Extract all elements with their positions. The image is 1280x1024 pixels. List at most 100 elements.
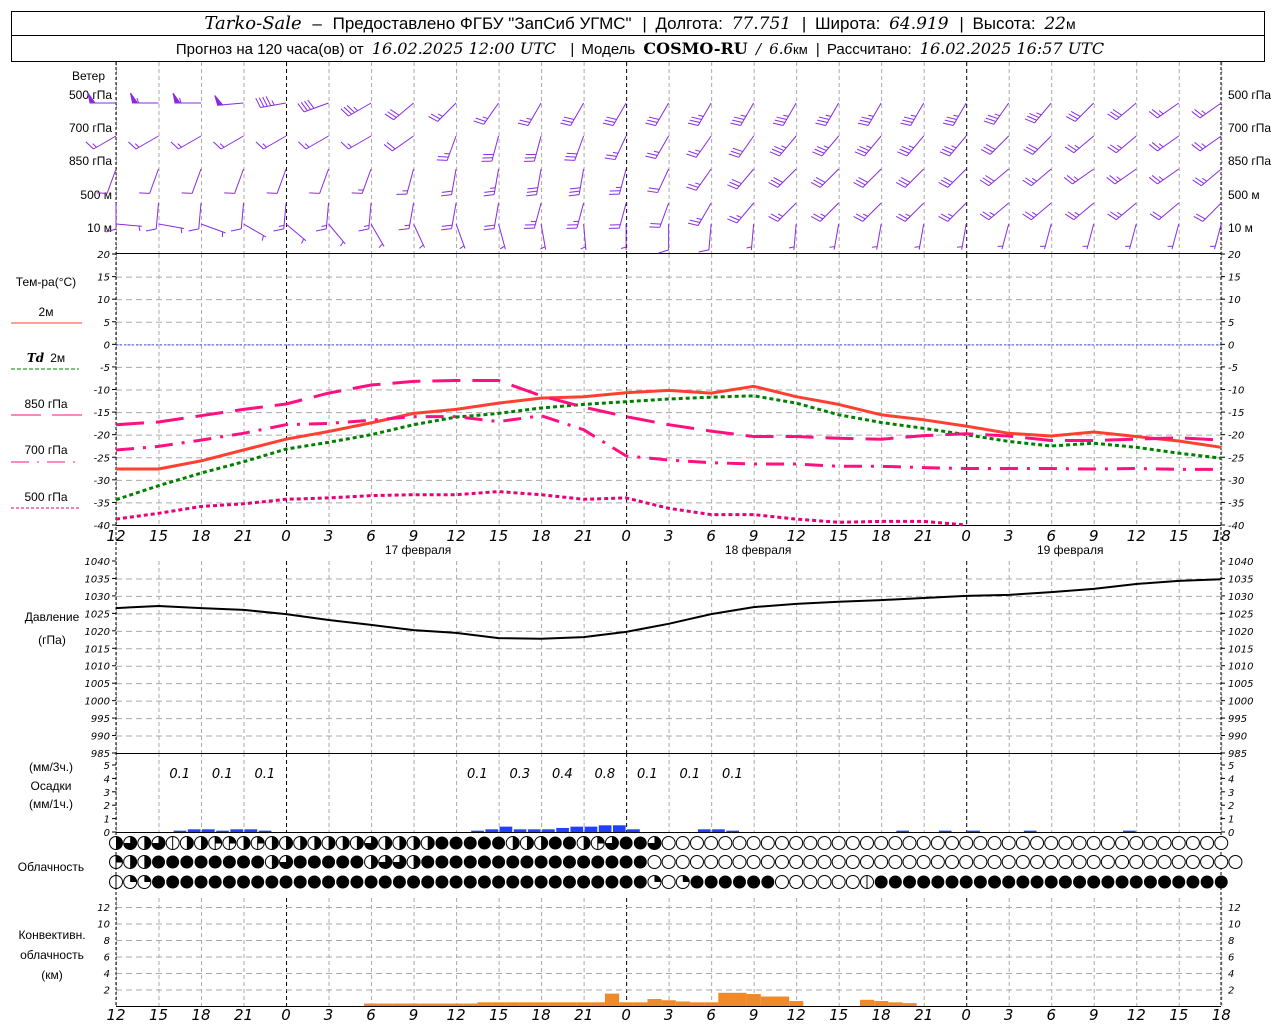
wind-barb: [523, 202, 542, 229]
cloud-fill: [1214, 875, 1228, 889]
wind-barb-shaft: [793, 223, 797, 250]
cloud-symbol-h: [208, 836, 223, 850]
cloud-symbol-o: [930, 836, 945, 850]
wind-level-label-right: 10 м: [1228, 221, 1253, 235]
cloud-symbol-t: [151, 836, 166, 850]
cloud-symbol-o: [1015, 855, 1030, 869]
precip-tick-label-right: 2: [1228, 801, 1234, 812]
temp-tick-label-right: -10: [1228, 386, 1244, 397]
cloud-symbol-f: [1101, 875, 1115, 889]
wind-barb: [620, 224, 627, 250]
temp-tick-label-right: -25: [1228, 453, 1244, 464]
wind-barb-half: [1201, 110, 1207, 115]
wind-barb-half: [866, 145, 872, 149]
cloud-symbol-o: [902, 855, 917, 869]
wind-barb-shaft: [738, 135, 755, 158]
cloud-symbol-h: [222, 836, 237, 850]
cloud-symbol-f: [279, 875, 293, 889]
wind-barb-full: [517, 122, 529, 127]
cloud-fill: [506, 875, 520, 889]
cloud-symbol-b: [378, 836, 393, 850]
legend-500-label: 500 гПа: [24, 490, 67, 504]
wind-barb: [810, 168, 840, 188]
cloud-fill: [144, 855, 151, 869]
cloud-symbol-f: [619, 875, 633, 889]
wind-barb-shaft: [527, 102, 542, 126]
wind-barb-shaft: [276, 168, 287, 194]
forecast-prefix: Прогноз на 120 часа(ов) от: [176, 41, 364, 58]
cloud-symbol-f: [322, 875, 336, 889]
precip-3h-label: 0.1: [680, 767, 701, 782]
cloud-outline: [916, 855, 931, 869]
cloud-fill: [342, 836, 350, 850]
cloud-symbol-f: [421, 855, 435, 869]
x-tick-label-conv: 9: [1089, 1006, 1099, 1024]
wind-barb-half: [823, 145, 829, 149]
cloud-outline: [1100, 836, 1115, 850]
cloud-fill: [1101, 875, 1115, 889]
wind-barb-half: [908, 145, 914, 149]
x-tick-label-conv: 21: [574, 1006, 593, 1024]
cloud-fill: [690, 875, 704, 889]
wind-barb-shaft: [1129, 223, 1137, 250]
cloud-outline: [930, 836, 945, 850]
convective-bar: [434, 1003, 450, 1006]
precip-3h-label: 0.1: [169, 767, 190, 782]
cloud-fill: [605, 875, 619, 889]
station-name: Tarko-Sale: [204, 13, 301, 34]
cloud-fill: [959, 875, 973, 889]
cloud-symbol-b: [179, 836, 194, 850]
cloud-symbol-f: [463, 836, 477, 850]
precip-bar: [527, 829, 541, 832]
x-tick-label-conv: 18: [1212, 1006, 1231, 1024]
wind-barb-shaft: [325, 202, 330, 229]
cloud-symbol-o: [1100, 855, 1115, 869]
cloud-symbol-o: [817, 875, 832, 889]
wind-barb: [172, 92, 202, 104]
cloud-symbol-b: [534, 836, 549, 850]
wind-barb: [568, 168, 585, 197]
pressure-tick-label-right: 1005: [1228, 679, 1253, 690]
cloud-fill: [1115, 875, 1129, 889]
wind-barb: [1149, 202, 1180, 221]
cloud-symbol-o: [959, 855, 974, 869]
cloud-fill: [888, 875, 902, 889]
cloud-fill: [1002, 875, 1016, 889]
wind-barb-half: [138, 225, 141, 232]
cloud-symbol-f: [180, 855, 194, 869]
day-label: 17 февраля: [385, 543, 451, 557]
cloud-symbol-b: [505, 836, 520, 850]
cloud-fill: [605, 855, 619, 869]
cloud-outline: [774, 875, 789, 889]
wind-barb-shaft: [819, 168, 840, 188]
wind-barb: [895, 202, 925, 222]
temp-tick-label-right: -5: [1228, 363, 1238, 374]
wind-barb-shaft: [618, 202, 627, 229]
wind-barb-full: [647, 119, 658, 123]
cloud-outline: [888, 855, 903, 869]
wind-barb: [727, 202, 755, 224]
cloud-outline: [803, 836, 818, 850]
wind-barb-full: [730, 122, 741, 127]
temp-tick-label-left: -15: [94, 408, 110, 419]
cloud-symbol-l: [109, 875, 123, 889]
cloud-symbol-o: [1001, 855, 1016, 869]
wind-barb: [1082, 223, 1095, 250]
cloud-symbol-o: [902, 836, 917, 850]
cloud-fill: [477, 836, 491, 850]
cloud-symbol-f: [392, 875, 406, 889]
temp-tick-label-left: 10: [97, 295, 110, 306]
cloud-symbol-o: [1086, 836, 1101, 850]
wind-barb-shaft: [736, 168, 755, 190]
cloud-symbol-f: [945, 875, 959, 889]
wind-barb-full: [728, 153, 739, 158]
wind-barb-shaft: [695, 168, 712, 191]
wind-barb-shaft: [93, 135, 117, 150]
resolution-unit: км: [793, 42, 808, 57]
cloud-fill: [421, 875, 435, 889]
cloud-outline: [1143, 855, 1158, 869]
cloud-symbol-b: [109, 836, 123, 850]
cloud-fill: [336, 875, 350, 889]
wind-barb-half: [777, 213, 783, 217]
cloud-symbol-f: [477, 855, 491, 869]
